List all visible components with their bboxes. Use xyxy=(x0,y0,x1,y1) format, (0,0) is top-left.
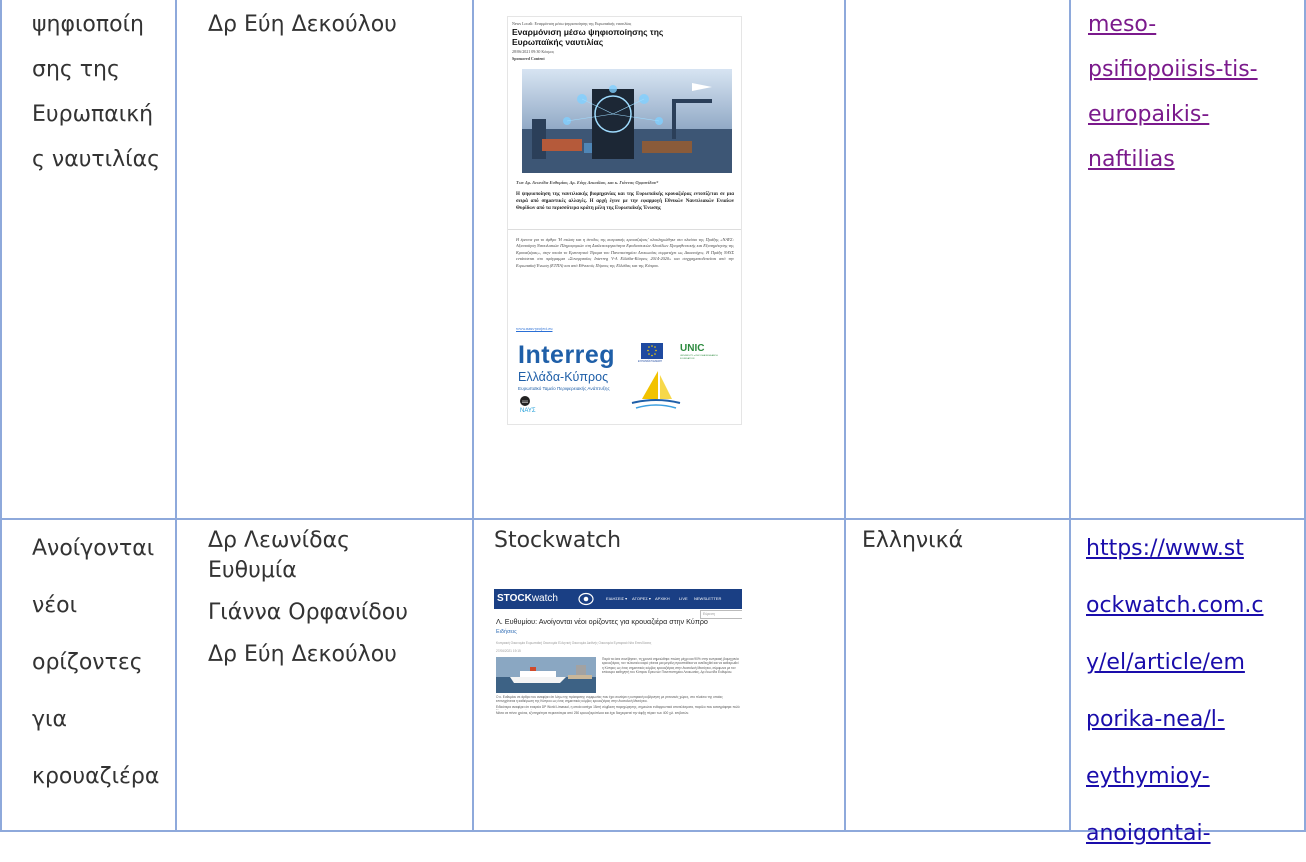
article-link-line[interactable]: eythymioy- xyxy=(1086,764,1210,789)
row1-link-cell[interactable]: meso- psifiopoiisis-tis- europaikis- naf… xyxy=(1088,2,1298,182)
nav-item[interactable]: ΑΡΧΙΚΗ xyxy=(655,596,670,601)
country-label: Ελλάδα-Κύπρος xyxy=(518,370,609,384)
article-link-line[interactable]: https://www.st xyxy=(1086,536,1244,561)
author-name: Δρ Λεωνίδας xyxy=(208,528,350,553)
stockwatch-screenshot[interactable]: STOCKwatch ΕΙΔΗΣΕΙΣ ▾ ΑΓΟΡΕΣ ▾ ΑΡΧΙΚΗ LI… xyxy=(494,589,742,717)
row2-language-cell: Ελληνικά xyxy=(862,526,1062,556)
divider xyxy=(508,229,741,230)
table-border xyxy=(1069,0,1071,832)
stockwatch-navbar: STOCKwatch ΕΙΔΗΣΕΙΣ ▾ ΑΓΟΡΕΣ ▾ ΑΡΧΙΚΗ LI… xyxy=(494,589,742,609)
article-date: 27/06/2021 19:15 xyxy=(496,649,521,653)
port-digital-image xyxy=(522,69,732,173)
article-link-line[interactable]: porika-nea/l- xyxy=(1086,707,1225,732)
row2-authors-cell: Δρ Λεωνίδας Ευθυμία Γιάννα Ορφανίδου Δρ … xyxy=(208,526,468,670)
title-line: κρουαζιέρα xyxy=(32,764,160,789)
title-line: ς ναυτιλίας xyxy=(32,147,160,172)
table-border xyxy=(0,0,2,832)
sponsored-label: Sponsored Content xyxy=(512,56,545,61)
stockwatch-logo: STOCKwatch xyxy=(497,593,558,604)
article-link-line[interactable]: y/el/article/em xyxy=(1086,650,1245,675)
title-line: σης της xyxy=(32,57,120,82)
article-lead: Η ψηφιοποίηση της ναυτιλιακής βιομηχανία… xyxy=(516,192,734,211)
eu-flag-icon xyxy=(641,343,663,359)
stockwatch-headline: Λ. Ευθυμίου: Ανοίγονται νέοι ορίζοντες γ… xyxy=(496,617,708,626)
article-headline: Εναρμόνιση μέσω ψηφιοποίησης της Ευρωπαϊ… xyxy=(508,27,741,47)
nav-item[interactable]: ΑΓΟΡΕΣ ▾ xyxy=(632,596,651,601)
title-line: ψηφιοποίη xyxy=(32,12,144,37)
title-line: για xyxy=(32,707,67,732)
naus-project-link[interactable]: www.naus-project.eu xyxy=(516,325,552,332)
article-meta: 28/06/2021 09:30 Κόσμος xyxy=(512,49,555,54)
title-line: ορίζοντες xyxy=(32,650,143,675)
sailboat-logo-icon xyxy=(631,371,681,409)
stockwatch-eye-icon xyxy=(578,592,594,606)
nav-item[interactable]: LIVE xyxy=(679,596,688,601)
article-byline: Των Δρ. Λεωνίδα Ευθυμίου, Δρ. Εύης Δεκού… xyxy=(516,180,659,185)
title-line: Ανοίγονται xyxy=(32,536,155,561)
row2-title-cell: Ανοίγονται νέοι ορίζοντες για κρουαζιέρα xyxy=(32,520,172,805)
row2-link-cell[interactable]: https://www.st ockwatch.com.c y/el/artic… xyxy=(1086,520,1302,862)
eu-caption: ΕΥΡΩΠΑΪΚΗ ΕΝΩΣΗ xyxy=(638,360,662,363)
article-screenshot[interactable]: News Locali: Εναρμόνιση μέσω ψηφιοποίηση… xyxy=(507,16,742,425)
source-name: Stockwatch xyxy=(494,528,622,553)
row1-title-cell: ψηφιοποίη σης της Ευρωπαική ς ναυτιλίας xyxy=(32,2,172,182)
row2-source-cell: Stockwatch xyxy=(494,526,834,556)
author-name: Γιάννα Ορφανίδου xyxy=(208,600,408,625)
author-name: Ευθυμία xyxy=(208,558,297,583)
unic-caption: UNIVERSITY of NICOSIA RESEARCH FOUNDATIO… xyxy=(680,355,718,360)
cruise-ship-image xyxy=(496,657,596,693)
naus-emblem-icon xyxy=(520,396,530,406)
article-link-line[interactable]: anoigontai- xyxy=(1086,821,1211,846)
row1-author-cell: Δρ Εύη Δεκούλου xyxy=(208,2,468,47)
nav-item[interactable]: ΕΙΔΗΣΕΙΣ ▾ xyxy=(606,596,627,601)
tags-row: Κυπριακή Οικονομία Ευρωπαϊκή Οικονομία Ε… xyxy=(496,641,652,645)
naus-label: ΝΑΥΣ xyxy=(520,408,536,414)
author-name: Δρ Εύη Δεκούλου xyxy=(208,12,397,37)
table-border xyxy=(472,0,474,832)
article-link-line[interactable]: naftilias xyxy=(1088,147,1175,172)
paragraph: Ο κ. Ευθυμίου σε άρθρο του αναφέρει ότι … xyxy=(496,695,723,704)
table-border xyxy=(175,0,177,832)
article-link-line[interactable]: psifiopoiisis-tis- xyxy=(1088,57,1258,82)
headline-line: Εναρμόνιση μέσω ψηφιοποίησης της xyxy=(512,27,664,37)
language-label: Ελληνικά xyxy=(862,528,964,553)
paragraph: Παρά τα όσα συνέβησαν, τη χρονιά σημειώθ… xyxy=(602,657,739,674)
title-line: νέοι xyxy=(32,593,78,618)
author-name: Δρ Εύη Δεκούλου xyxy=(208,642,397,667)
table-border xyxy=(844,0,846,832)
article-note: Η έρευνα για το άρθρο 'Η πτώση και η άνο… xyxy=(516,237,734,268)
nav-item[interactable]: NEWSLETTER xyxy=(694,596,721,601)
article-kicker: News Locali: Εναρμόνιση μέσω ψηφιοποίηση… xyxy=(512,21,632,26)
headline-line: Ευρωπαϊκής ναυτιλίας xyxy=(512,37,604,47)
article-link-line[interactable]: ockwatch.com.c xyxy=(1086,593,1264,618)
title-line: Ευρωπαική xyxy=(32,102,154,127)
paragraph: Μέσα σε πέντε χρόνια, εξυπηρέτησε περισσ… xyxy=(496,711,690,715)
fund-label: Ευρωπαϊκό Ταμείο Περιφερειακής Ανάπτυξης xyxy=(518,386,610,391)
unic-logo: UNIC xyxy=(680,343,705,354)
section-label[interactable]: Ειδήσεις xyxy=(496,629,517,635)
paragraph: Ειδικότερα αναφέρει ότι εταιρεία DP Worl… xyxy=(496,705,740,710)
article-link-line[interactable]: europaikis- xyxy=(1088,102,1209,127)
interreg-logo-text: Interreg xyxy=(518,341,616,369)
article-link-line[interactable]: meso- xyxy=(1088,12,1156,37)
